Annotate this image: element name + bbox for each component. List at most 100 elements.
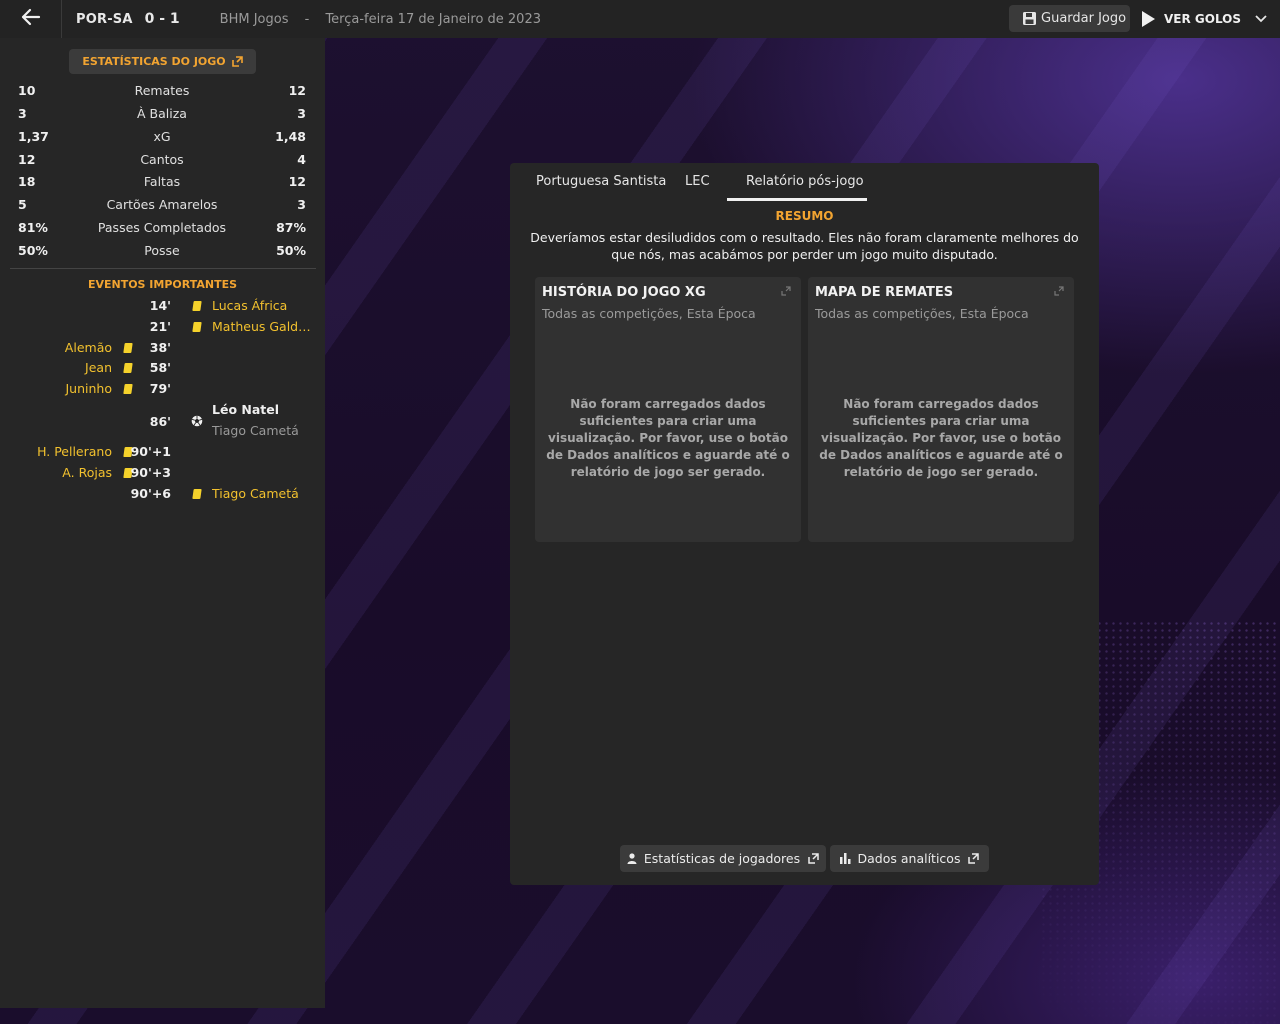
player-stats-label: Estatísticas de jogadores — [643, 851, 801, 866]
stat-row: 10 Remates 12 — [18, 80, 306, 100]
event-minute: 14' — [149, 298, 171, 313]
expand-icon[interactable] — [781, 286, 791, 296]
card-subtitle: Todas as competições, Esta Época — [815, 306, 1029, 321]
score-value: 0 - 1 — [144, 11, 180, 27]
card-title: HISTÓRIA DO JOGO XG — [542, 285, 706, 300]
match-stats-button[interactable]: ESTATÍSTICAS DO JOGO — [69, 49, 256, 74]
yellow-card-icon — [123, 384, 133, 394]
save-game-button[interactable]: Guardar Jogo — [1009, 5, 1130, 32]
match-stats-title: ESTATÍSTICAS DO JOGO — [82, 55, 226, 68]
stat-home-value: 12 — [18, 151, 36, 167]
event-player: Lucas África — [212, 298, 288, 313]
stat-away-value: 50% — [276, 242, 306, 258]
play-icon — [1140, 10, 1156, 28]
event-row[interactable]: H. Pellerano 90'+1 — [0, 442, 325, 462]
match-info: BHM Jogos - Terça-feira 17 de Janeiro de… — [220, 12, 541, 27]
back-button[interactable] — [0, 0, 62, 38]
shot-map-card[interactable]: MAPA DE REMATES Todas as competições, Es… — [808, 277, 1074, 542]
event-minute: 90'+6 — [130, 486, 171, 501]
yellow-card-icon — [192, 322, 202, 332]
arrow-left-icon — [21, 8, 41, 30]
event-player: Tiago Cametá — [212, 486, 299, 501]
event-player: A. Rojas — [62, 465, 112, 480]
stat-label: Passes Completados — [97, 219, 227, 235]
tab-home-team[interactable]: Portuguesa Santista — [536, 174, 666, 189]
stat-home-value: 81% — [18, 219, 48, 235]
stat-away-value: 4 — [297, 151, 306, 167]
stat-label: Cantos — [140, 151, 184, 167]
event-row[interactable]: 21' Matheus Galdez... — [0, 317, 325, 337]
active-tab-indicator — [727, 198, 867, 201]
event-player: Alemão — [64, 340, 112, 355]
match-score[interactable]: POR-SA 0 - 1 — [76, 11, 180, 27]
event-row[interactable]: Alemão 38' — [0, 338, 325, 358]
goal-event-row[interactable]: 86' Léo Natel Tiago Cametá — [0, 400, 325, 442]
event-minute: 58' — [149, 360, 171, 375]
event-row[interactable]: 90'+6 Tiago Cametá — [0, 484, 325, 504]
expand-icon[interactable] — [1054, 286, 1064, 296]
event-row[interactable]: Juninho 79' — [0, 379, 325, 399]
stat-away-value: 87% — [276, 219, 306, 235]
event-minute: 79' — [149, 381, 171, 396]
yellow-card-icon — [192, 301, 202, 311]
save-game-label: Guardar Jogo — [1041, 11, 1127, 26]
bar-chart-icon — [839, 853, 851, 864]
summary-text: Deveríamos estar desiludidos com o resul… — [530, 230, 1079, 262]
post-match-report-panel: Portuguesa Santista LEC Relatório pós-jo… — [510, 163, 1099, 885]
event-minute: 90'+1 — [130, 444, 171, 459]
match-date: Terça-feira 17 de Janeiro de 2023 — [325, 11, 541, 27]
stat-away-value: 3 — [297, 196, 306, 212]
stat-away-value: 3 — [297, 105, 306, 121]
event-row[interactable]: 14' Lucas África — [0, 296, 325, 316]
stat-home-value: 10 — [18, 82, 36, 98]
event-row[interactable]: A. Rojas 90'+3 — [0, 463, 325, 483]
event-minute: 90'+3 — [130, 465, 171, 480]
view-goals-button[interactable]: VER GOLOS — [1140, 5, 1270, 32]
yellow-card-icon — [192, 489, 202, 499]
stat-label: Posse — [144, 242, 180, 258]
yellow-card-icon — [123, 363, 133, 373]
key-events-title: EVENTOS IMPORTANTES — [87, 278, 238, 291]
person-icon — [627, 853, 637, 864]
stat-home-value: 1,37 — [18, 128, 49, 144]
competition-name: BHM Jogos — [219, 11, 289, 27]
tab-post-match-report[interactable]: Relatório pós-jogo — [746, 174, 864, 189]
stat-row: 18 Faltas 12 — [18, 171, 306, 191]
event-player: H. Pellerano — [37, 444, 112, 459]
analytics-button[interactable]: Dados analíticos — [830, 845, 989, 872]
card-title: MAPA DE REMATES — [815, 285, 954, 300]
chevron-down-icon[interactable] — [1255, 14, 1267, 23]
stat-row: 50% Posse 50% — [18, 240, 306, 260]
tab-away-team[interactable]: LEC — [685, 174, 710, 189]
stat-label: xG — [153, 128, 171, 144]
stat-home-value: 18 — [18, 173, 36, 189]
stat-label: À Baliza — [137, 105, 187, 121]
match-stats-panel: ESTATÍSTICAS DO JOGO 10 Remates 12 3 À B… — [0, 38, 325, 1008]
event-minute: 21' — [149, 319, 171, 334]
stat-label: Remates — [134, 82, 190, 98]
event-row[interactable]: Jean 58' — [0, 358, 325, 378]
stat-away-value: 1,48 — [275, 128, 306, 144]
xg-story-card[interactable]: HISTÓRIA DO JOGO XG Todas as competições… — [535, 277, 801, 542]
yellow-card-icon — [123, 343, 133, 353]
stat-home-value: 5 — [18, 196, 27, 212]
match-teams: POR-SA — [76, 11, 133, 27]
stat-row: 5 Cartões Amarelos 3 — [18, 194, 306, 214]
stat-row: 81% Passes Completados 87% — [18, 217, 306, 237]
stat-row: 3 À Baliza 3 — [18, 103, 306, 123]
no-data-message: Não foram carregados dados suficientes p… — [819, 397, 1063, 479]
report-tabs: Portuguesa Santista LEC Relatório pós-jo… — [510, 163, 1099, 201]
stat-label: Faltas — [143, 173, 181, 189]
assist-player: Tiago Cametá — [212, 423, 299, 438]
view-goals-label: VER GOLOS — [1164, 11, 1242, 26]
event-player: Juninho — [65, 381, 113, 396]
summary-title: RESUMO — [775, 209, 834, 223]
player-stats-button[interactable]: Estatísticas de jogadores — [620, 845, 826, 872]
stat-away-value: 12 — [288, 173, 306, 189]
stat-away-value: 12 — [288, 82, 306, 98]
floppy-disk-icon — [1022, 11, 1037, 26]
football-icon — [191, 415, 203, 430]
goal-scorer: Léo Natel — [212, 402, 280, 417]
analytics-label: Dados analíticos — [857, 851, 961, 866]
external-link-icon — [808, 853, 819, 864]
